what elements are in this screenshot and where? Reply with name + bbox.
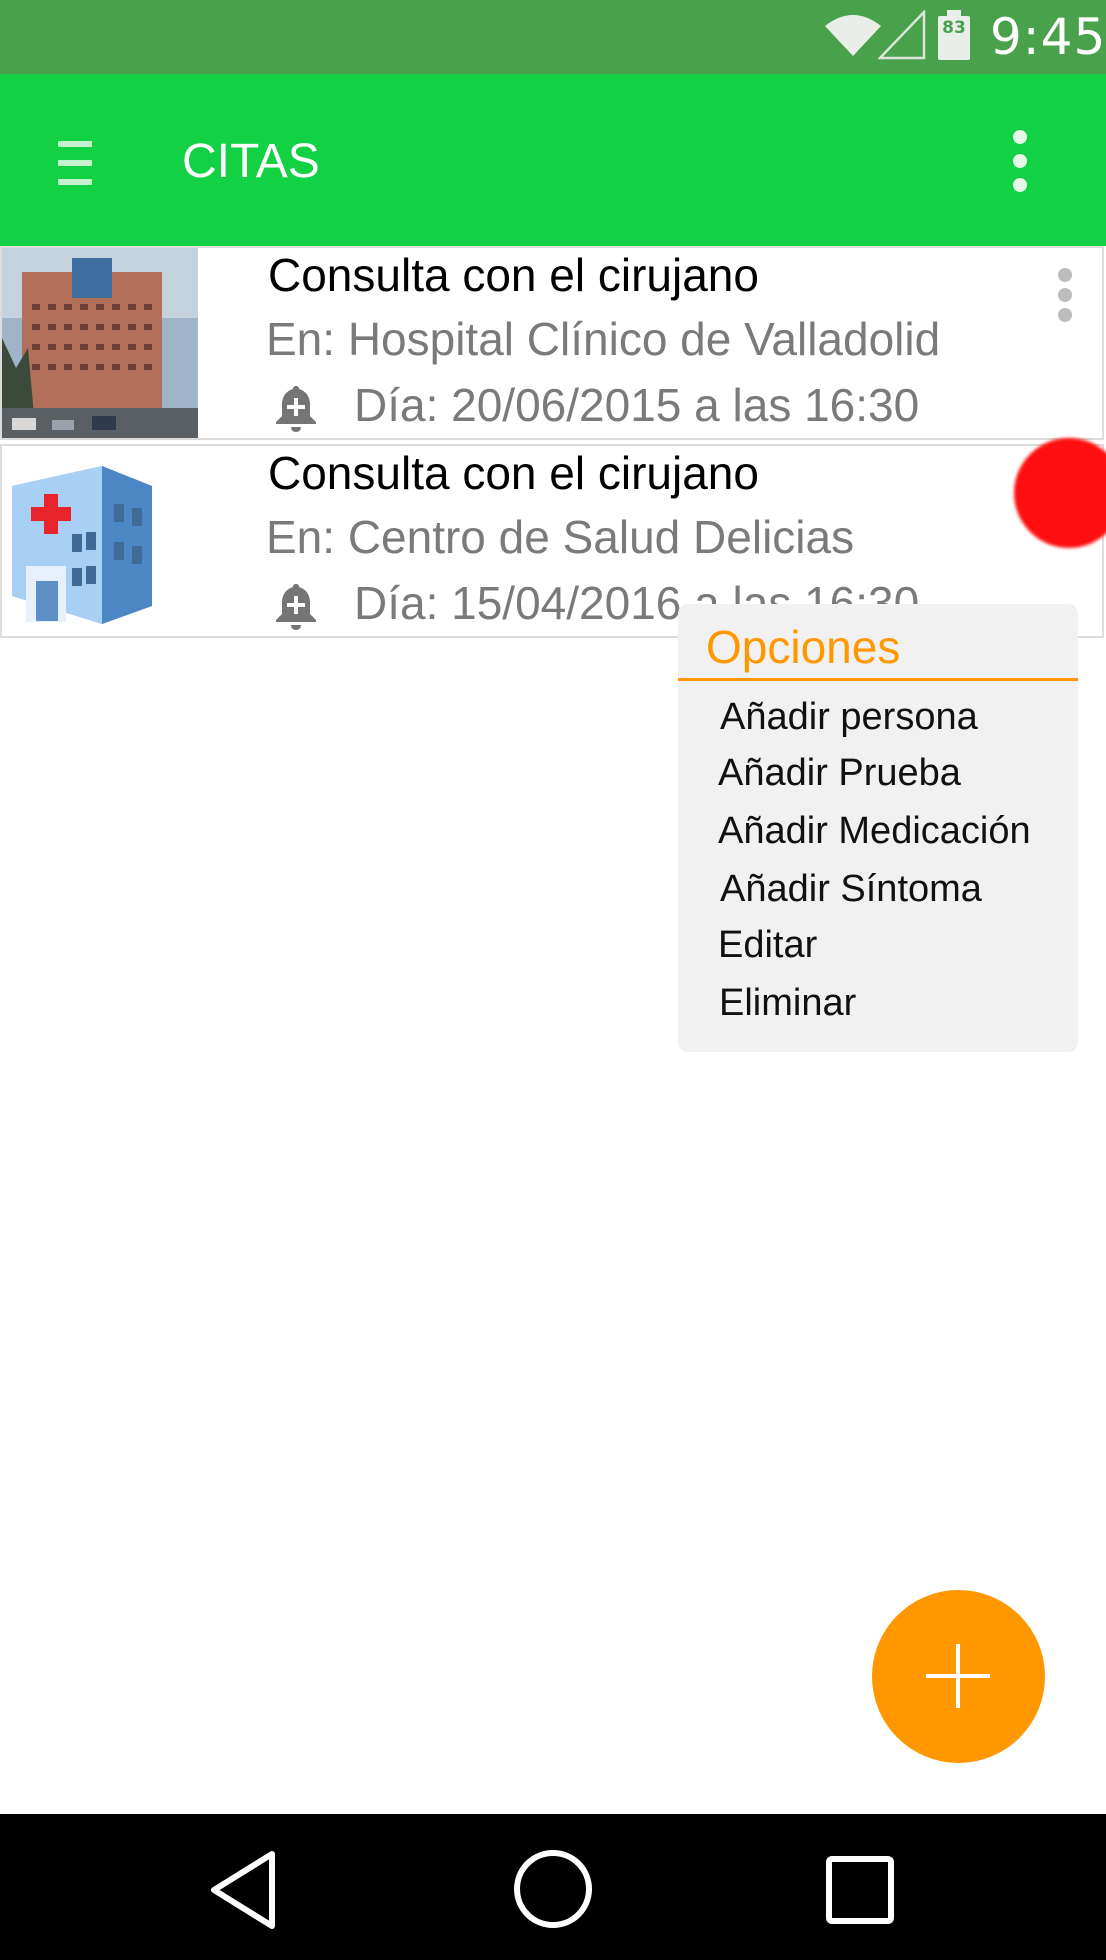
appointment-title: Consulta con el cirujano (268, 249, 759, 301)
options-popup-menu: Opciones Añadir persona Añadir Prueba Añ… (678, 604, 1078, 1052)
appointment-title: Consulta con el cirujano (268, 447, 759, 499)
menu-item-add-medication[interactable]: Añadir Medicación (718, 810, 1031, 853)
more-vert-icon[interactable] (1006, 128, 1036, 194)
status-bar: 83 9:45 (0, 0, 1106, 74)
menu-item-add-symptom[interactable]: Añadir Síntoma (720, 868, 982, 911)
app-bar (0, 74, 1106, 246)
bell-plus-icon[interactable] (274, 384, 318, 432)
recents-icon[interactable] (824, 1854, 896, 1926)
bell-plus-icon[interactable] (274, 582, 318, 630)
popup-title: Opciones (706, 621, 901, 673)
popup-divider (678, 678, 1078, 681)
battery-icon: 83 (938, 10, 970, 60)
battery-level: 83 (942, 18, 966, 38)
hospital-building-photo (2, 248, 198, 438)
appointment-card[interactable]: Consulta con el cirujano En: Hospital Cl… (0, 246, 1104, 440)
back-icon[interactable] (208, 1850, 278, 1930)
menu-item-add-person[interactable]: Añadir persona (720, 696, 978, 739)
home-icon[interactable] (512, 1848, 594, 1930)
navigation-bar (0, 1814, 1106, 1960)
menu-item-edit[interactable]: Editar (718, 924, 817, 967)
wifi-icon (825, 15, 881, 56)
appointment-place: En: Hospital Clínico de Valladolid (266, 313, 941, 365)
status-clock: 9:45 (990, 8, 1106, 66)
add-appointment-button[interactable] (872, 1590, 1045, 1763)
signal-icon (878, 10, 926, 60)
appointment-date: Día: 20/06/2015 a las 16:30 (354, 379, 920, 431)
hospital-clipart-icon (2, 446, 198, 636)
menu-item-add-test[interactable]: Añadir Prueba (718, 752, 961, 795)
item-more-vert-icon[interactable] (1058, 268, 1074, 322)
hamburger-icon[interactable] (58, 141, 92, 185)
menu-item-delete[interactable]: Eliminar (719, 982, 856, 1025)
page-title: CITAS (182, 135, 320, 188)
appointment-place: En: Centro de Salud Delicias (266, 511, 855, 563)
